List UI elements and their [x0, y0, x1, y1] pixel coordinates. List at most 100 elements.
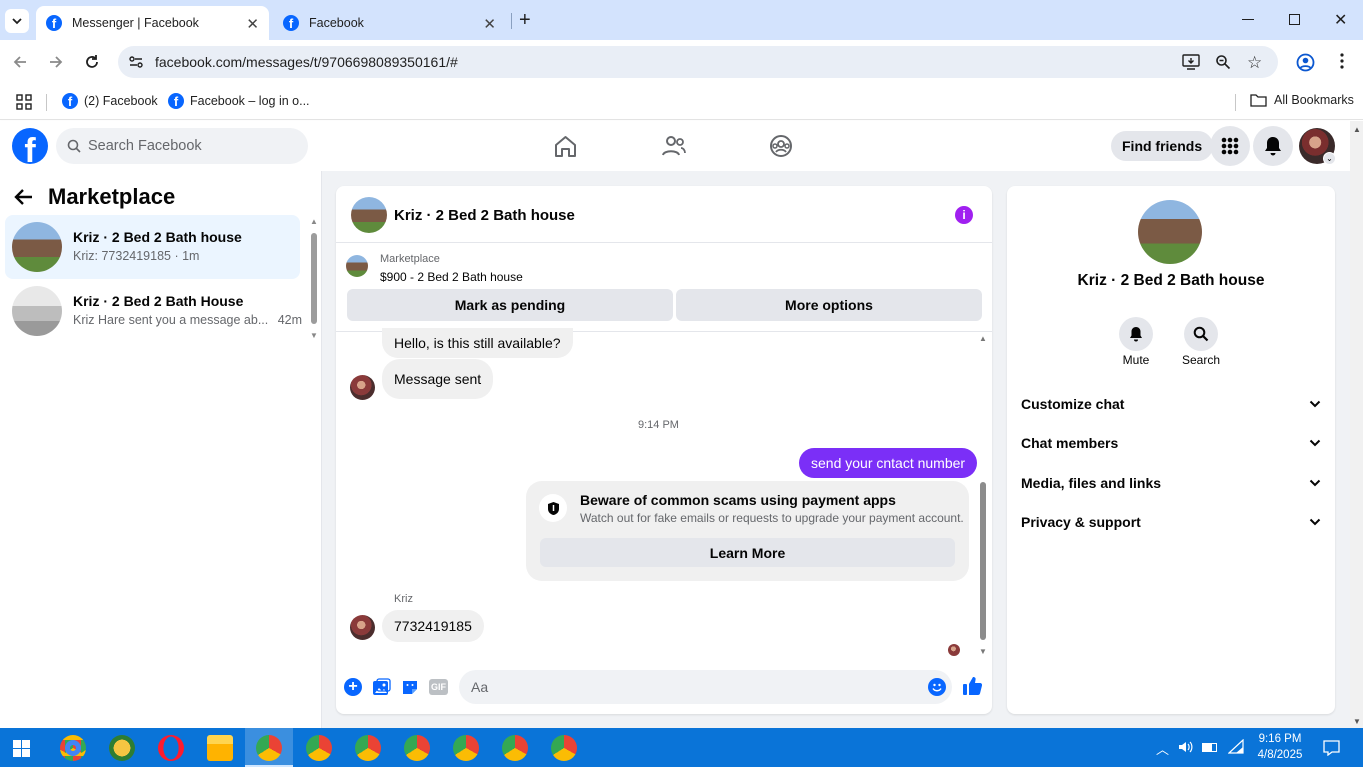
scam-body: Watch out for fake emails or requests to… [580, 511, 964, 525]
profile-icon[interactable] [1296, 53, 1315, 72]
find-friends-button[interactable]: Find friends [1111, 131, 1214, 161]
marketplace-header: Marketplace [14, 184, 175, 210]
message-bubble[interactable]: Hello, is this still available? [382, 328, 573, 358]
clock[interactable]: 9:16 PM 4/8/2025 [1250, 731, 1310, 763]
browser-menu-icon[interactable] [1340, 53, 1344, 69]
message-text: Hello, is this still available? [394, 335, 561, 351]
chrome-app-icon[interactable] [404, 735, 430, 761]
minimize-window-icon[interactable] [1242, 19, 1254, 20]
clock-time: 9:16 PM [1258, 733, 1302, 745]
chat-title[interactable]: Kriz · 2 Bed 2 Bath house [394, 207, 575, 224]
site-info-icon[interactable] [128, 54, 144, 70]
add-more-icon[interactable]: + [344, 678, 362, 696]
chrome-app-icon[interactable] [60, 735, 86, 761]
tab-messenger[interactable]: f Messenger | Facebook ✕ [36, 6, 269, 40]
reload-icon[interactable] [83, 53, 101, 71]
groups-icon[interactable] [769, 134, 793, 158]
facebook-search-input[interactable]: Search Facebook [56, 128, 308, 164]
notifications-button[interactable] [1253, 126, 1293, 166]
sender-avatar[interactable] [350, 375, 375, 400]
mark-pending-button[interactable]: Mark as pending [347, 289, 673, 321]
like-thumb-icon[interactable] [962, 676, 983, 696]
all-bookmarks-label: All Bookmarks [1274, 93, 1354, 107]
money-app-icon[interactable] [109, 735, 135, 761]
back-arrow-icon[interactable] [14, 188, 34, 206]
bookmark-divider [1235, 94, 1236, 111]
privacy-support-row[interactable]: Privacy & support [1021, 514, 1321, 530]
listing-thumbnail [346, 255, 368, 277]
more-options-button[interactable]: More options [676, 289, 982, 321]
menu-button[interactable] [1210, 126, 1250, 166]
page-scrollbar[interactable]: ▲ ▼ [1350, 121, 1363, 728]
search-in-chat-button[interactable] [1184, 317, 1218, 351]
bookmark-star-icon[interactable]: ☆ [1247, 53, 1262, 73]
chrome-app-icon[interactable] [502, 735, 528, 761]
facebook-logo-icon[interactable]: f [12, 128, 48, 164]
tab-list-dropdown-icon[interactable] [5, 9, 29, 33]
forward-icon[interactable] [47, 53, 65, 71]
media-files-links-row[interactable]: Media, files and links [1021, 475, 1321, 491]
sidebar-scrollbar[interactable]: ▲ ▼ [308, 217, 320, 340]
section-label: Customize chat [1021, 396, 1125, 412]
customize-chat-row[interactable]: Customize chat [1021, 396, 1321, 412]
conversation-item[interactable]: Kriz · 2 Bed 2 Bath house Kriz: 77324191… [5, 215, 300, 279]
conversation-preview: Kriz Hare sent you a message ab... 42m [73, 313, 302, 327]
tab-facebook[interactable]: f Facebook ✕ [273, 6, 506, 40]
conversation-item[interactable]: Kriz · 2 Bed 2 Bath House Kriz Hare sent… [5, 279, 302, 343]
apps-grid-icon[interactable] [16, 94, 32, 110]
chrome-app-icon[interactable] [306, 735, 332, 761]
conversation-title: Kriz · 2 Bed 2 Bath House [73, 293, 244, 309]
gif-icon[interactable]: GIF [429, 679, 448, 695]
facebook-favicon-icon: f [283, 15, 299, 31]
clock-date: 4/8/2025 [1257, 749, 1303, 761]
learn-more-button[interactable]: Learn More [540, 538, 955, 567]
account-chevron-icon[interactable]: ⌄ [1323, 152, 1336, 165]
notification-center-icon[interactable] [1323, 740, 1340, 756]
restore-window-icon[interactable] [1289, 14, 1300, 25]
photo-icon[interactable] [372, 678, 391, 696]
chat-scrollbar[interactable]: ▲ ▼ [977, 334, 989, 656]
browser-tab-bar: f Messenger | Facebook ✕ f Facebook ✕ + … [0, 0, 1363, 40]
url-field[interactable]: facebook.com/messages/t/9706698089350161… [118, 46, 1278, 78]
chrome-app-icon[interactable] [551, 735, 577, 761]
message-bubble[interactable]: 7732419185 [382, 610, 484, 642]
info-avatar[interactable] [1138, 200, 1202, 264]
close-window-icon[interactable]: ✕ [1334, 10, 1347, 30]
close-tab-icon[interactable]: ✕ [246, 15, 259, 33]
tab-divider [511, 13, 512, 29]
windows-start-icon[interactable] [13, 740, 30, 757]
sticker-icon[interactable] [401, 678, 419, 696]
listing-title[interactable]: $900 - 2 Bed 2 Bath house [380, 270, 523, 284]
sender-avatar[interactable] [350, 615, 375, 640]
show-hidden-icons-icon[interactable]: ︿ [1156, 739, 1169, 758]
home-icon[interactable] [554, 135, 577, 157]
chat-members-row[interactable]: Chat members [1021, 435, 1321, 451]
chat-avatar[interactable] [351, 197, 387, 233]
mute-button[interactable] [1119, 317, 1153, 351]
wifi-icon[interactable] [1228, 739, 1244, 754]
bookmark-facebook[interactable]: f (2) Facebook [62, 93, 158, 109]
bell-icon [1130, 327, 1142, 342]
friends-icon[interactable] [662, 135, 686, 157]
message-bubble[interactable]: Message sent [382, 359, 494, 399]
chrome-app-icon[interactable] [256, 735, 282, 761]
conversation-time: 42m [277, 313, 303, 327]
chrome-app-icon[interactable] [355, 735, 381, 761]
file-explorer-icon[interactable] [207, 735, 233, 761]
info-icon[interactable]: i [955, 206, 973, 224]
battery-icon[interactable] [1202, 743, 1217, 752]
opera-browser-icon[interactable] [158, 735, 184, 761]
volume-icon[interactable] [1178, 740, 1194, 754]
bookmark-facebook-login[interactable]: f Facebook – log in o... [168, 93, 310, 109]
install-app-icon[interactable] [1182, 54, 1200, 70]
close-tab-icon[interactable]: ✕ [483, 15, 496, 33]
outgoing-message-bubble[interactable]: send your cntact number [799, 448, 978, 478]
message-input[interactable]: Aa [459, 670, 952, 704]
all-bookmarks[interactable]: All Bookmarks [1250, 93, 1354, 107]
emoji-icon[interactable] [928, 678, 946, 696]
back-icon[interactable] [11, 53, 29, 71]
zoom-icon[interactable] [1215, 54, 1231, 70]
chrome-app-icon[interactable] [453, 735, 479, 761]
new-tab-icon[interactable]: + [519, 10, 531, 30]
bookmark-label: (2) Facebook [84, 94, 158, 108]
